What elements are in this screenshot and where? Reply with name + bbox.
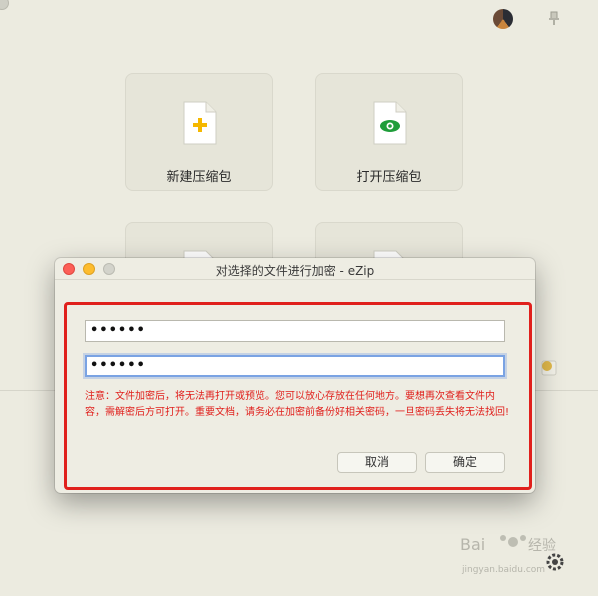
- open-archive-icon: [373, 101, 407, 145]
- dialog-titlebar: 对选择的文件进行加密 - eZip: [55, 258, 535, 280]
- ok-button[interactable]: 确定: [425, 452, 505, 473]
- new-archive-tile[interactable]: 新建压缩包: [125, 73, 273, 191]
- svg-text:Bai: Bai: [460, 535, 485, 554]
- encrypt-dialog: 对选择的文件进行加密 - eZip •••••• •••••• 注意：文件加密后…: [55, 258, 535, 493]
- gear-icon[interactable]: [544, 551, 566, 573]
- avatar[interactable]: [493, 9, 513, 29]
- new-archive-label: 新建压缩包: [166, 170, 232, 185]
- dialog-title: 对选择的文件进行加密 - eZip: [215, 264, 375, 278]
- open-archive-label: 打开压缩包: [356, 170, 422, 185]
- new-archive-icon: [183, 101, 217, 145]
- window-control-dot[interactable]: [0, 0, 9, 10]
- confirm-password-field[interactable]: ••••••: [85, 355, 505, 377]
- cancel-button[interactable]: 取消: [337, 452, 417, 473]
- pin-icon[interactable]: [545, 9, 563, 27]
- lock-icon[interactable]: [539, 357, 559, 377]
- open-archive-tile[interactable]: 打开压缩包: [315, 73, 463, 191]
- password-field[interactable]: ••••••: [85, 320, 505, 342]
- warning-notice: 注意：文件加密后，将无法再打开或预览。您可以放心存放在任何地方。要想再次查看文件…: [85, 391, 510, 418]
- svg-text:jingyan.baidu.com: jingyan.baidu.com: [461, 565, 545, 575]
